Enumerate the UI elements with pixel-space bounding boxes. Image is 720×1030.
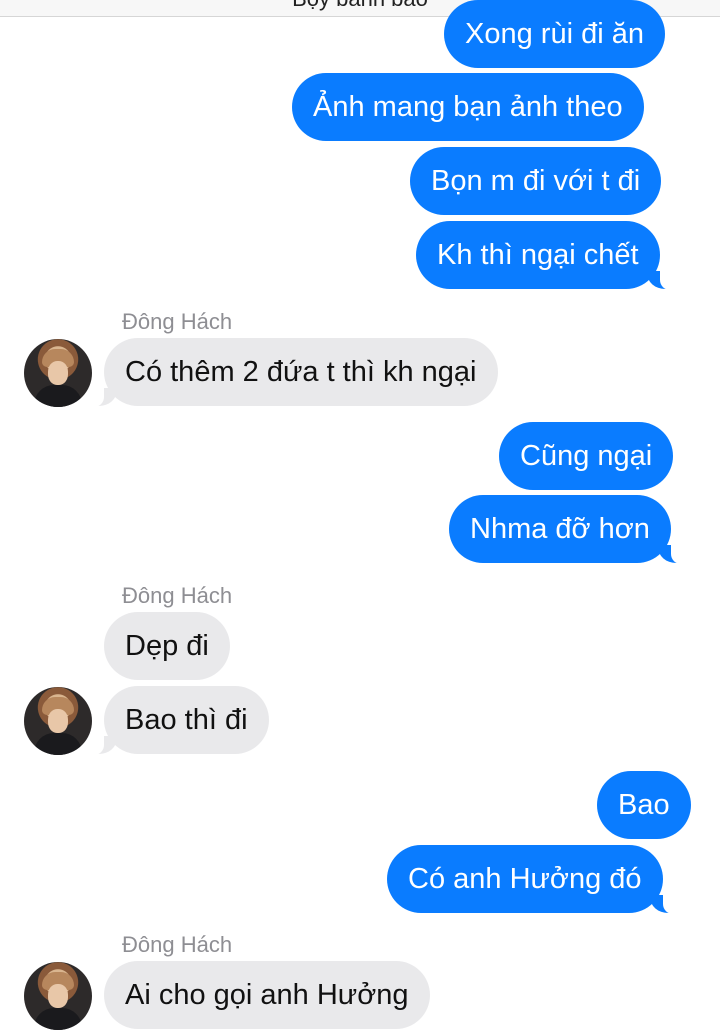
message-bubble-outgoing[interactable]: Có anh Hưởng đó <box>387 845 677 914</box>
avatar-face <box>48 984 68 1008</box>
message-bubble-outgoing[interactable]: Bao <box>597 771 691 839</box>
message-bubble-incoming[interactable]: Ai cho gọi anh Hưởng <box>104 961 430 1029</box>
message-bubble-outgoing[interactable]: Ảnh mang bạn ảnh theo <box>292 73 644 141</box>
avatar-body <box>34 733 82 755</box>
message-bubble-outgoing[interactable]: Bọn m đi với t đi <box>410 147 662 215</box>
message-bubble-outgoing[interactable]: Nhma đỡ hơn <box>449 495 685 564</box>
message-bubble-outgoing[interactable]: Xong rùi đi ăn <box>444 0 665 68</box>
sender-name: Đông Hách <box>122 932 233 957</box>
sender-name: Đông Hách <box>122 309 233 334</box>
avatar-face <box>48 361 68 385</box>
sender-name: Đông Hách <box>122 583 233 608</box>
contact-avatar[interactable] <box>24 339 92 407</box>
message-bubble-incoming[interactable]: Bao thì đi <box>90 686 269 755</box>
message-bubble-outgoing[interactable]: Kh thì ngại chết <box>416 221 674 290</box>
message-bubble-incoming[interactable]: Có thêm 2 đứa t thì kh ngại <box>90 338 498 407</box>
contact-avatar[interactable] <box>24 962 92 1030</box>
contact-avatar[interactable] <box>24 687 92 755</box>
avatar-body <box>34 1008 82 1030</box>
avatar-body <box>34 385 82 407</box>
message-bubble-incoming[interactable]: Dẹp đi <box>104 612 230 680</box>
message-bubble-outgoing[interactable]: Cũng ngại <box>499 422 674 490</box>
avatar-face <box>48 709 68 733</box>
